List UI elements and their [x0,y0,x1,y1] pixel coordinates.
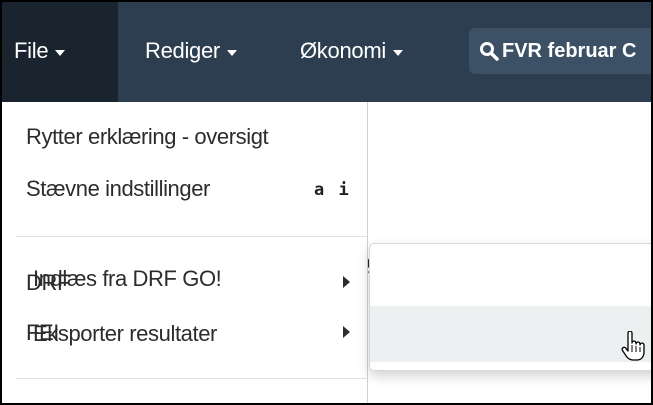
submenu-arrow-icon [343,276,350,288]
menu-divider [16,378,368,379]
keyboard-shortcut: a i [314,180,351,200]
menu-item-staevne-indstillinger[interactable]: Stævne indstillinger [26,176,210,202]
submenu-item-indlaes-fra-drf-go[interactable]: Indlæs fra DRF GO! [33,266,222,292]
event-search-text: FVR februar C [502,39,637,62]
caret-down-icon [392,49,403,56]
menu-divider [16,236,368,237]
nav-rediger-menu[interactable]: Rediger [145,0,237,102]
caret-down-icon [55,49,66,56]
menu-item-rytter-erklaering[interactable]: Rytter erklæring - oversigt [26,124,269,150]
event-search-button[interactable]: FVR februar C [469,28,653,74]
nav-okonomi-menu[interactable]: Økonomi [300,0,403,102]
submenu-item-eksporter-resultater[interactable]: Eksporter resultater [33,321,217,347]
nav-rediger-label: Rediger [145,38,220,63]
nav-file-menu[interactable]: File [0,0,118,102]
submenu-item-highlight [370,306,653,362]
nav-okonomi-label: Økonomi [300,38,386,63]
top-navbar: File Rediger Økonomi FVR februar C [0,0,653,102]
caret-down-icon [226,49,237,56]
submenu-arrow-icon [343,326,350,338]
hand-pointer-cursor-icon [621,331,645,361]
search-icon [480,42,499,61]
nav-file-label: File [14,38,49,63]
